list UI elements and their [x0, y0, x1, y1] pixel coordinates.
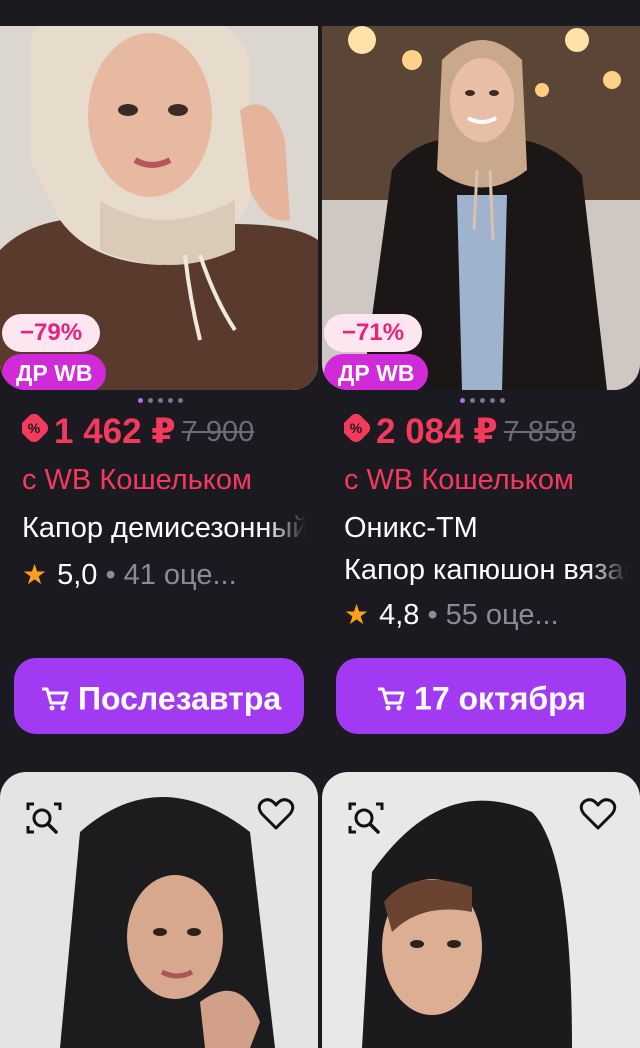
add-to-cart-button[interactable]: 17 октября	[336, 658, 626, 734]
cart-icon	[378, 687, 405, 711]
add-to-cart-button[interactable]: Послезавтра	[14, 658, 304, 734]
discount-percent-icon: %	[22, 412, 51, 445]
price: 1 462 ₽	[54, 412, 176, 451]
pager-dot	[490, 398, 495, 403]
star-icon: ★	[344, 599, 370, 630]
product-image-1[interactable]: −79% ДР WB	[0, 0, 318, 390]
star-icon: ★	[22, 559, 48, 590]
product-title[interactable]: Капор капюшон вязаный	[344, 554, 628, 587]
reviews-count: 41 оце...	[123, 559, 237, 591]
promo-badge: ДР WB	[324, 354, 429, 390]
old-price: 7 858	[503, 415, 577, 448]
wallet-label: с WB Кошельком	[344, 464, 574, 496]
rating-value: 5,0	[57, 559, 98, 591]
pager-dot	[470, 398, 475, 403]
pager-dot	[500, 398, 505, 403]
discount-badge: −71%	[324, 314, 423, 352]
price-row: % 2 084 ₽7 858	[344, 412, 634, 462]
product-card-3[interactable]	[0, 772, 318, 1048]
pager-dot	[148, 398, 153, 403]
product-image-2[interactable]: −71% ДР WB	[322, 0, 640, 390]
rating-row: ★ 4,8 • 55 оце...	[344, 598, 559, 632]
discount-percent-icon: %	[344, 412, 373, 445]
find-similar-button[interactable]	[346, 798, 386, 838]
favorite-button[interactable]	[578, 794, 618, 834]
pager-dot	[168, 398, 173, 403]
search-similar-icon	[26, 802, 62, 834]
status-bar-strip	[0, 0, 640, 26]
favorite-button[interactable]	[256, 794, 296, 834]
pager-dot	[138, 398, 143, 403]
pager-dot	[480, 398, 485, 403]
product-card-4[interactable]	[322, 772, 640, 1048]
promo-badge: ДР WB	[2, 354, 107, 390]
price-row: % 1 462 ₽7 900	[22, 412, 312, 462]
find-similar-button[interactable]	[24, 798, 64, 838]
image-pager-dots	[138, 398, 183, 404]
heart-icon	[257, 798, 295, 830]
heart-icon	[579, 798, 617, 830]
price: 2 084 ₽	[376, 412, 498, 451]
cart-icon	[42, 687, 69, 711]
old-price: 7 900	[181, 415, 255, 448]
reviews-count: 55 оце...	[445, 599, 559, 631]
separator-dot: •	[427, 599, 438, 631]
rating-value: 4,8	[379, 599, 420, 631]
pager-dot	[158, 398, 163, 403]
product-title[interactable]: Капор демисезонный	[22, 512, 306, 545]
rating-row: ★ 5,0 • 41 оце...	[22, 558, 237, 592]
product-card-2[interactable]: −71% ДР WB % 2 084 ₽7 858 с WB Кошельком …	[322, 0, 640, 760]
delivery-label: Послезавтра	[78, 680, 282, 717]
delivery-label: 17 октября	[414, 680, 586, 717]
wallet-label: с WB Кошельком	[22, 464, 252, 496]
product-card-1[interactable]: −79% ДР WB % 1 462 ₽7 900 с WB Кошельком …	[0, 0, 318, 760]
separator-dot: •	[105, 559, 116, 591]
discount-badge: −79%	[2, 314, 101, 352]
pager-dot	[178, 398, 183, 403]
image-pager-dots	[460, 398, 505, 404]
product-brand[interactable]: Оникс-ТМ	[344, 512, 628, 545]
search-similar-icon	[348, 802, 384, 834]
pager-dot	[460, 398, 465, 403]
